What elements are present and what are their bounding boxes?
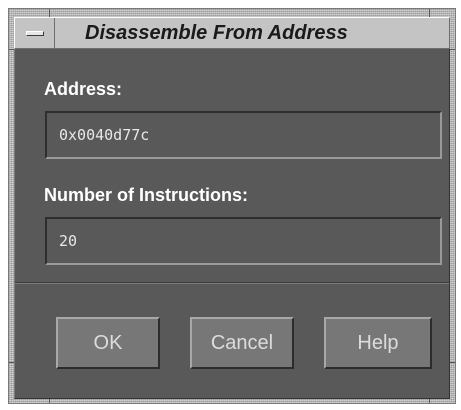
cancel-button[interactable]: Cancel [190,317,294,369]
window-menu-icon [26,31,44,36]
address-label: Address: [44,79,123,99]
window-title: Disassemble From Address [85,22,348,44]
instruction-count-input[interactable]: 20 [45,217,442,265]
help-button[interactable]: Help [324,317,432,369]
frame-corner-mark [450,49,455,50]
dialog-body: Address: 0x0040d77c Number of Instructio… [14,49,450,399]
separator [15,282,449,284]
frame-corner-mark [429,9,430,17]
frame-corner-mark [450,362,455,363]
instruction-count-label: Number of Instructions: [44,185,249,205]
title-bar[interactable]: Disassemble From Address [14,17,450,49]
address-input[interactable]: 0x0040d77c [45,111,442,159]
window-menu-button[interactable] [15,18,55,48]
ok-button[interactable]: OK [56,317,160,369]
frame-corner-mark [49,9,50,17]
